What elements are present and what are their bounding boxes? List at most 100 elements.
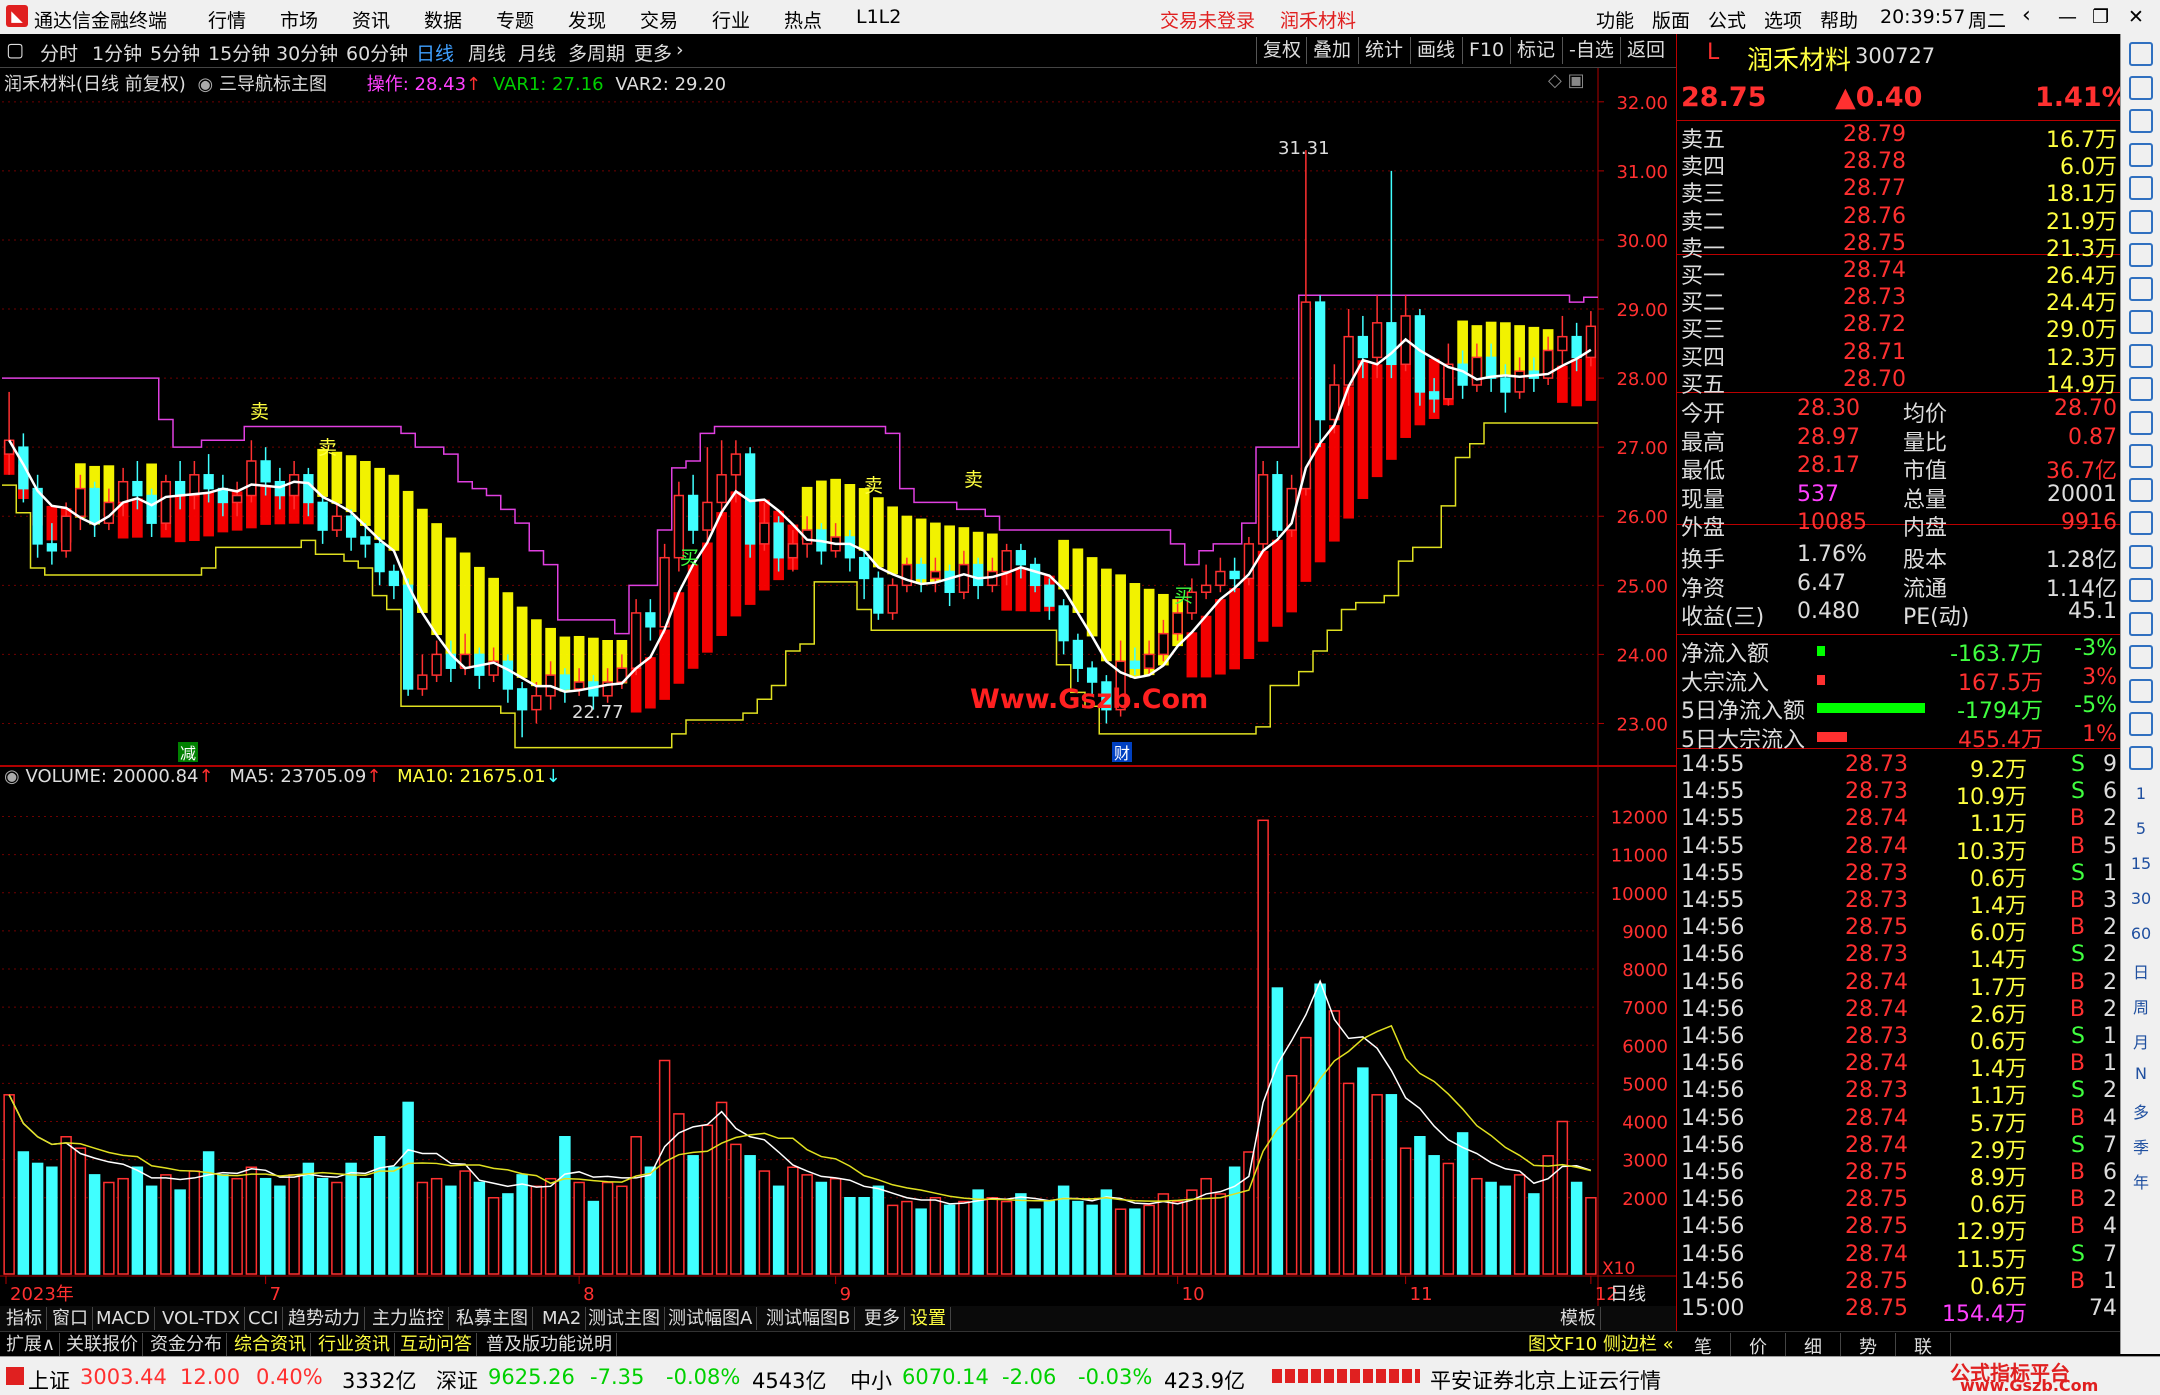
right-tab-4[interactable]: 联 — [1896, 1333, 1951, 1358]
period-1min[interactable]: 1分钟 — [92, 39, 142, 66]
menu-faxian[interactable]: 发现 — [568, 6, 606, 33]
tab-6[interactable]: 主力监控 — [368, 1307, 449, 1330]
period-60min[interactable]: 60分钟 — [346, 39, 408, 66]
right-tab-3[interactable]: 势 — [1841, 1333, 1896, 1358]
down-arrow-icon[interactable] — [2129, 109, 2153, 133]
period-shortcut[interactable]: 月 — [2121, 1029, 2160, 1053]
right-tab-2[interactable]: 细 — [1786, 1333, 1841, 1358]
chart-line-icon[interactable] — [2129, 243, 2153, 267]
signal-icon[interactable] — [2129, 276, 2153, 301]
f10-icon[interactable] — [2129, 310, 2153, 334]
menu-zhuanti[interactable]: 专题 — [496, 6, 534, 33]
rsi-icon[interactable] — [2129, 611, 2153, 636]
tab-1[interactable]: 窗口 — [48, 1307, 93, 1330]
list-icon[interactable] — [2129, 176, 2153, 200]
hand-icon[interactable] — [2129, 410, 2153, 435]
menu-hangye[interactable]: 行业 — [712, 6, 750, 33]
tab-1[interactable]: 关联报价 — [62, 1333, 143, 1356]
up-arrow-icon[interactable] — [2129, 75, 2153, 100]
indicator-toggle-icon[interactable]: ◉ — [198, 74, 214, 95]
stats-button[interactable]: 统计 — [1358, 37, 1409, 64]
menu-hangqing[interactable]: 行情 — [208, 6, 246, 33]
tab-14[interactable]: 模板 — [1556, 1307, 1601, 1330]
right-tab-1[interactable]: 价 — [1731, 1333, 1786, 1358]
table-icon[interactable] — [2129, 209, 2153, 234]
fund-icon[interactable] — [2129, 444, 2153, 468]
period-shortcut[interactable]: 15 — [2121, 854, 2160, 873]
back-arrow-icon[interactable]: ‹ — [2022, 3, 2031, 28]
period-more[interactable]: 更多 — [634, 39, 672, 66]
period-shortcut[interactable]: 1 — [2121, 784, 2160, 803]
tab-3[interactable]: 综合资讯 — [230, 1333, 311, 1356]
restore-icon[interactable]: ❐ — [2092, 6, 2109, 28]
clock-icon[interactable] — [2129, 511, 2153, 535]
menu-xuanxiang[interactable]: 选项 — [1764, 6, 1802, 33]
period-month[interactable]: 月线 — [518, 39, 556, 66]
period-shortcut[interactable]: 日 — [2121, 959, 2160, 983]
tab-5[interactable]: 趋势动力 — [284, 1307, 365, 1330]
move-icon[interactable] — [2129, 645, 2153, 669]
tab-8[interactable]: MA2 — [538, 1307, 587, 1330]
menu-shichang[interactable]: 市场 — [280, 6, 318, 33]
menu-bangzhu[interactable]: 帮助 — [1820, 6, 1858, 33]
tab-9[interactable]: 测试主图 — [584, 1307, 665, 1330]
tab-13[interactable]: 设置 — [906, 1307, 951, 1330]
period-week[interactable]: 周线 — [468, 39, 506, 66]
period-shortcut[interactable]: 季 — [2121, 1134, 2160, 1158]
tab-6[interactable]: 普及版功能说明 — [482, 1333, 617, 1356]
close-icon[interactable]: ✕ — [2128, 6, 2144, 28]
tab-12[interactable]: 更多 — [860, 1307, 905, 1330]
period-shortcut[interactable]: 30 — [2121, 889, 2160, 908]
menu-jiaoyi[interactable]: 交易 — [640, 6, 678, 33]
tab-11[interactable]: 测试幅图B — [762, 1307, 856, 1330]
collapse-up-icon[interactable] — [2129, 42, 2153, 66]
volume-toggle-icon[interactable]: ◉ — [4, 766, 20, 787]
settings-icon[interactable] — [2129, 745, 2153, 770]
kline-chart[interactable]: 32.00 31.00 30.00 29.00 28.00 27.00 26.00 25.00… — [0, 68, 1676, 1306]
chart-expand-icon[interactable]: ◇ ▣ — [1548, 70, 1585, 91]
tab-5[interactable]: 互动问答 — [396, 1333, 477, 1356]
sh-label[interactable]: 上证 — [28, 1365, 70, 1395]
period-shortcut[interactable]: 周 — [2121, 994, 2160, 1018]
period-shortcut[interactable]: N — [2121, 1064, 2160, 1083]
period-shortcut[interactable]: 60 — [2121, 924, 2160, 943]
mark-button[interactable]: 标记 — [1510, 37, 1561, 64]
period-shortcut[interactable]: 多 — [2121, 1099, 2160, 1123]
report-icon[interactable] — [2129, 477, 2153, 502]
sz-label[interactable]: 深证 — [436, 1365, 478, 1395]
macd-icon[interactable] — [2129, 578, 2153, 602]
f10-button[interactable]: F10 — [1462, 37, 1510, 64]
period-multi[interactable]: 多周期 — [568, 39, 625, 66]
indicator-name[interactable]: 三导航标主图 — [219, 74, 327, 95]
period-15min[interactable]: 15分钟 — [208, 39, 270, 66]
tab-4[interactable]: CCI — [244, 1307, 284, 1330]
period-fenshi[interactable]: 分时 — [40, 39, 78, 66]
remove-watchlist-button[interactable]: -自选 — [1562, 37, 1620, 64]
period-30min[interactable]: 30分钟 — [276, 39, 338, 66]
kline-icon[interactable] — [2129, 712, 2153, 736]
tab-0[interactable]: 指标 — [2, 1307, 47, 1330]
menu-banmian[interactable]: 版面 — [1652, 6, 1690, 33]
period-day[interactable]: 日线 — [416, 39, 454, 66]
tab-10[interactable]: 测试幅图A — [664, 1307, 758, 1330]
draw-line-button[interactable]: 画线 — [1410, 37, 1461, 64]
menu-gongshi[interactable]: 公式 — [1708, 6, 1746, 33]
period-shortcut[interactable]: 年 — [2121, 1169, 2160, 1193]
draw-icon[interactable] — [2129, 678, 2153, 703]
period-shortcut[interactable]: 5 — [2121, 819, 2160, 838]
fuquan-button[interactable]: 复权 — [1256, 37, 1307, 64]
side-panel-toggle[interactable]: 图文F10 侧边栏 « — [1524, 1333, 1678, 1356]
right-tab-0[interactable]: 笔 — [1676, 1333, 1731, 1358]
panel-toggle-icon[interactable]: ▢ — [6, 39, 24, 61]
clear-icon[interactable] — [2129, 544, 2153, 569]
menu-shuju[interactable]: 数据 — [424, 6, 462, 33]
tab-7[interactable]: 私募主图 — [452, 1307, 533, 1330]
zx-label[interactable]: 中小 — [850, 1365, 892, 1395]
tab-2[interactable]: MACD — [92, 1307, 155, 1330]
minute-icon[interactable] — [2129, 377, 2153, 401]
period-5min[interactable]: 5分钟 — [150, 39, 200, 66]
tab-3[interactable]: VOL-TDX — [158, 1307, 245, 1330]
compare-icon[interactable] — [2129, 343, 2153, 368]
menu-zixun[interactable]: 资讯 — [352, 6, 390, 33]
menu-l1l2[interactable]: L1L2 — [856, 6, 901, 28]
